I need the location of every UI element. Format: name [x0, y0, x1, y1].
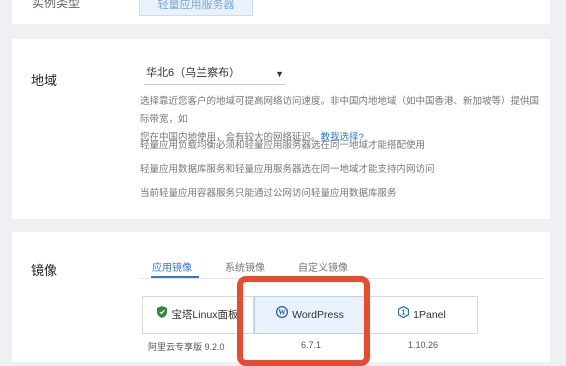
active-tab-indicator [151, 276, 199, 278]
shield-icon [157, 297, 168, 333]
image-option-1panel[interactable]: 1 1Panel [366, 296, 478, 334]
version-1panel: 1.10.26 [408, 340, 439, 350]
region-card: 地域 华北6（乌兰察布） ▼ 选择靠近您客户的地域可提高网络访问速度。非中国内地… [12, 39, 550, 219]
instance-type-card: 实例类型 轻量应用服务器 [12, 0, 550, 24]
tab-system-image[interactable]: 系统镜像 [225, 259, 265, 274]
image-option-1panel-label: 1Panel [413, 309, 446, 321]
region-desc-line-5: 当前轻量应用容器服务只能通过公网访问轻量应用数据库服务 [140, 188, 397, 199]
image-option-baota-label: 宝塔Linux面板 [171, 309, 239, 321]
caret-down-icon: ▼ [275, 69, 284, 79]
svg-text:1: 1 [402, 310, 406, 317]
region-desc-line-3: 轻量应用负载均衡必须和轻量应用服务器选在同一地域才能搭配使用 [140, 140, 426, 151]
1panel-icon: 1 [398, 297, 410, 333]
region-select[interactable]: 华北6（乌兰察布） ▼ [144, 63, 286, 85]
version-baota: 阿里云专享版 9.2.0 [148, 342, 225, 352]
instance-type-label: 实例类型 [32, 0, 81, 10]
tab-app-image[interactable]: 应用镜像 [152, 259, 192, 274]
tab-custom-image[interactable]: 自定义镜像 [298, 259, 348, 274]
image-label: 镜像 [31, 263, 58, 278]
instance-type-button[interactable]: 轻量应用服务器 [139, 0, 253, 16]
instance-type-button-label: 轻量应用服务器 [157, 0, 235, 11]
region-label: 地域 [31, 73, 58, 88]
region-desc-line-1: 选择靠近您客户的地域可提高网络访问速度。非中国内地地域（如中国香港、新加坡等）提… [140, 96, 540, 125]
region-desc-line-4: 轻量应用数据库服务和轻量应用服务器选在同一地域才能支持内网访问 [140, 164, 435, 175]
region-select-value: 华北6（乌兰察布） [146, 67, 241, 79]
